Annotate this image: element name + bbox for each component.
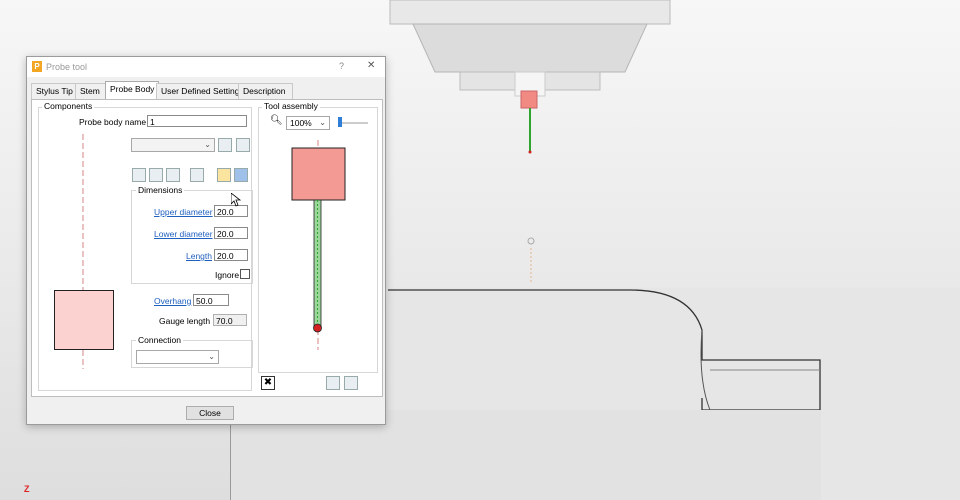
length-label[interactable]: Length xyxy=(186,251,212,261)
probe-body-name-label: Probe body name xyxy=(79,117,147,127)
length-input[interactable]: 20.0 xyxy=(214,249,248,261)
save-icon[interactable] xyxy=(234,168,248,182)
zoom-select[interactable]: 100% ⌄ xyxy=(286,116,330,130)
workpiece-outline xyxy=(388,237,821,411)
tab-probe-body[interactable]: Probe Body xyxy=(105,81,159,100)
mouse-cursor xyxy=(231,193,241,207)
dimensions-legend: Dimensions xyxy=(136,185,185,195)
chevron-down-icon: ⌄ xyxy=(204,140,211,149)
shape-component-icon[interactable] xyxy=(190,168,204,182)
ignore-label: Ignore xyxy=(215,270,240,280)
probe-body-preview xyxy=(54,290,114,350)
axis-z-label: Z xyxy=(24,484,30,494)
connection-select[interactable]: ⌄ xyxy=(136,350,219,364)
tool-assembly-preview xyxy=(291,140,346,350)
close-window-button[interactable]: ✕ xyxy=(367,60,375,71)
ignore-checkbox[interactable] xyxy=(240,269,250,279)
overhang-label[interactable]: Overhang xyxy=(154,296,191,306)
chevron-down-icon: ⌄ xyxy=(319,118,326,127)
gauge-length-label: Gauge length xyxy=(159,316,211,326)
tab-stem[interactable]: Stem xyxy=(75,83,109,99)
holder-tool-icon-1[interactable] xyxy=(218,138,232,152)
zoom-slider-thumb[interactable] xyxy=(338,117,342,127)
assembly-tool-icon-1[interactable] xyxy=(326,376,340,390)
upper-diameter-label[interactable]: Upper diameter xyxy=(154,207,213,217)
holder-tool-icon-2[interactable] xyxy=(236,138,250,152)
overhang-input[interactable]: 50.0 xyxy=(193,294,229,306)
title-bar[interactable]: P Probe tool ? ✕ xyxy=(27,57,385,77)
dialog-title: Probe tool xyxy=(46,62,88,72)
remove-component-icon[interactable] xyxy=(166,168,180,182)
search-icon: 🔍︎ xyxy=(270,115,283,126)
add-component-icon[interactable] xyxy=(132,168,146,182)
holder-select[interactable]: ⌄ xyxy=(131,138,215,152)
tab-stylus-tip[interactable]: Stylus Tip xyxy=(31,83,79,99)
tab-panel: Components Probe body name 1 ⌄ Dimension… xyxy=(31,99,383,397)
lower-diameter-input[interactable]: 20.0 xyxy=(214,227,248,239)
probe-body-name-input[interactable]: 1 xyxy=(147,115,247,127)
chevron-down-icon: ⌄ xyxy=(208,352,215,361)
open-folder-icon[interactable] xyxy=(217,168,231,182)
close-button[interactable]: Close xyxy=(186,406,234,420)
tool-assembly-legend: Tool assembly xyxy=(262,101,320,111)
connection-legend: Connection xyxy=(136,335,184,345)
help-button[interactable]: ? xyxy=(339,61,344,71)
edit-component-icon[interactable] xyxy=(149,168,163,182)
reset-icon[interactable]: ✖ xyxy=(261,376,275,390)
components-legend: Components xyxy=(42,101,95,111)
probe-tool-dialog: P Probe tool ? ✕ Stylus Tip Stem Probe B… xyxy=(26,56,386,425)
gauge-length-field: 70.0 xyxy=(213,314,247,326)
zoom-slider-track[interactable] xyxy=(338,122,368,124)
tab-user-defined-settings[interactable]: User Defined Settings xyxy=(156,83,244,99)
assembly-tool-icon-2[interactable] xyxy=(344,376,358,390)
zoom-value: 100% xyxy=(290,118,312,128)
tab-description[interactable]: Description xyxy=(238,83,293,99)
lower-diameter-label[interactable]: Lower diameter xyxy=(154,229,213,239)
app-icon: P xyxy=(32,61,42,72)
machine-spindle xyxy=(389,0,671,154)
